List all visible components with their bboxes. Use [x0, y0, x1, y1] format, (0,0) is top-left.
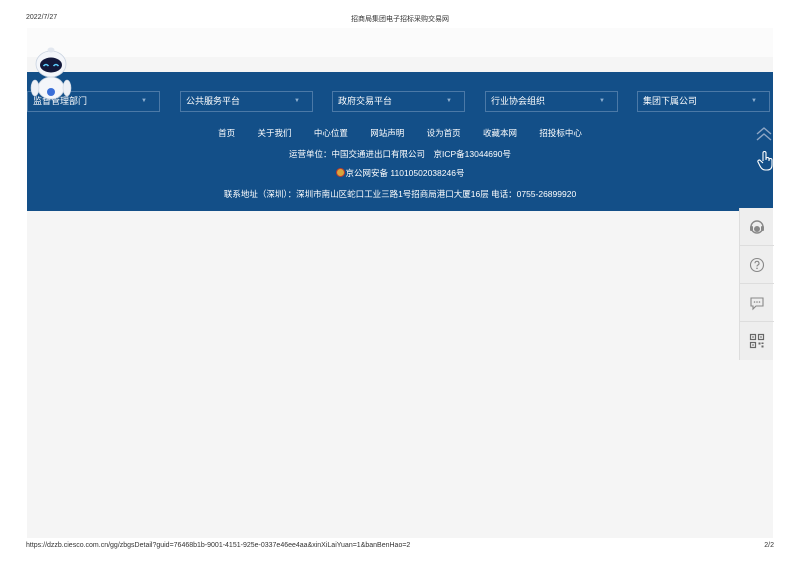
customer-service-button[interactable] — [740, 208, 774, 246]
page-frame: 监督管理部门 ▼ 公共服务平台 ▼ 政府交易平台 ▼ 行业协会组织 ▼ 集团下属… — [27, 28, 773, 538]
operator-info: 运营单位：中国交通进出口有限公司 京ICP备13044690号 — [289, 149, 511, 159]
police-record-line: 京公网安备 11010502038246号 — [27, 167, 773, 179]
related-links-selects: 监督管理部门 ▼ 公共服务平台 ▼ 政府交易平台 ▼ 行业协会组织 ▼ 集团下属… — [27, 91, 773, 113]
qrcode-button[interactable] — [740, 322, 774, 360]
qrcode-icon — [749, 333, 765, 349]
chevron-down-icon: ▼ — [294, 98, 300, 104]
site-footer: 监督管理部门 ▼ 公共服务平台 ▼ 政府交易平台 ▼ 行业协会组织 ▼ 集团下属… — [27, 72, 773, 211]
select-industry-association-label: 行业协会组织 — [491, 96, 546, 106]
side-float-panel — [739, 208, 774, 360]
police-record-link[interactable]: 京公网安备 11010502038246号 — [346, 168, 465, 178]
robot-mascot-icon[interactable] — [27, 44, 75, 100]
customer-service-icon — [750, 220, 764, 234]
top-strip — [27, 28, 773, 57]
chevron-down-icon: ▼ — [751, 98, 757, 104]
select-public-service-label: 公共服务平台 — [186, 96, 241, 106]
nav-location[interactable]: 中心位置 — [314, 127, 348, 139]
select-public-service[interactable]: 公共服务平台 ▼ — [180, 91, 313, 112]
chevron-down-icon: ▼ — [446, 98, 452, 104]
select-government-trading-label: 政府交易平台 — [338, 96, 393, 106]
nav-bidding-center[interactable]: 招投标中心 — [539, 127, 582, 139]
nav-about[interactable]: 关于我们 — [257, 127, 291, 139]
select-industry-association[interactable]: 行业协会组织 ▼ — [485, 91, 618, 112]
select-group-companies[interactable]: 集团下属公司 ▼ — [637, 91, 770, 112]
contact-address: 联系地址（深圳）：深圳市南山区蛇口工业三路1号招商局港口大厦16层 电话：075… — [223, 189, 577, 199]
nav-home[interactable]: 首页 — [218, 127, 235, 139]
nav-statement[interactable]: 网站声明 — [370, 127, 404, 139]
hand-pointer-icon — [757, 151, 773, 171]
police-badge-icon — [335, 168, 345, 177]
message-icon — [750, 297, 764, 311]
help-button[interactable] — [740, 246, 774, 284]
chevron-down-icon: ▼ — [599, 98, 605, 104]
scroll-top-icon[interactable] — [754, 125, 774, 145]
chevron-down-icon: ▼ — [141, 98, 147, 104]
nav-bookmark[interactable]: 收藏本网 — [483, 127, 517, 139]
help-icon — [749, 257, 765, 273]
print-title: 招商局集团电子招标采购交易网 — [351, 16, 449, 23]
select-group-companies-label: 集团下属公司 — [643, 96, 698, 106]
footer-nav: 首页 关于我们 中心位置 网站声明 设为首页 收藏本网 招投标中心 — [27, 127, 773, 139]
print-page-number: 2/2 — [764, 542, 774, 549]
nav-set-homepage[interactable]: 设为首页 — [427, 127, 461, 139]
select-government-trading[interactable]: 政府交易平台 ▼ — [332, 91, 465, 112]
message-button[interactable] — [740, 284, 774, 322]
print-url: https://dzzb.ciesco.com.cn/gg/zbgsDetail… — [26, 542, 411, 549]
